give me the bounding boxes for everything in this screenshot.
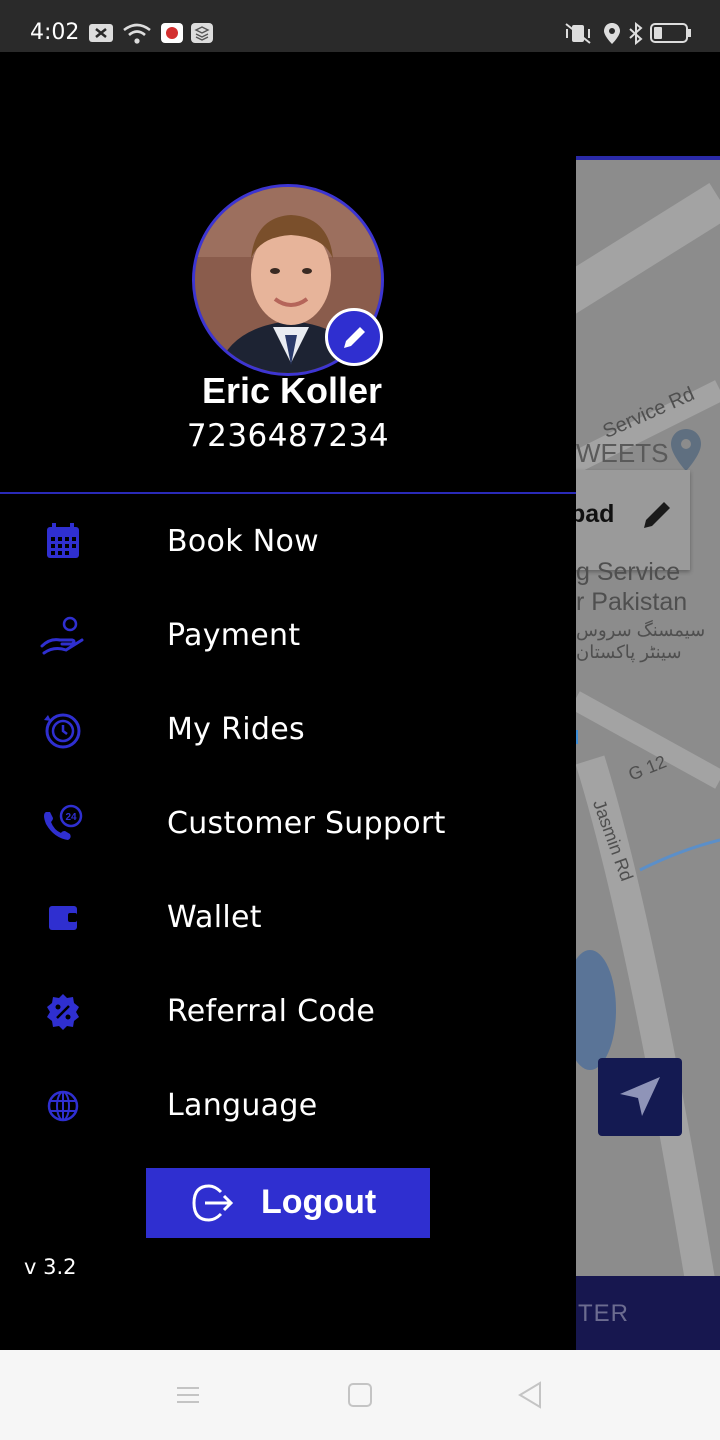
app-notification-icon	[161, 23, 183, 43]
globe-icon	[47, 1090, 79, 1122]
wifi-icon	[123, 23, 151, 44]
map-label-service: g Service	[576, 558, 681, 586]
system-navigation-bar	[0, 1350, 720, 1440]
back-icon[interactable]	[516, 1380, 544, 1410]
profile-name: Eric Koller	[201, 370, 383, 411]
confirm-bar-text: TER	[578, 1300, 629, 1327]
profile-phone: 7236487234	[186, 418, 390, 454]
menu-item-referral-code[interactable]: Referral Code	[0, 972, 576, 1052]
calendar-icon	[47, 523, 79, 558]
pencil-icon	[644, 502, 670, 528]
location-icon	[604, 23, 620, 44]
menu-label-customer-support: Customer Support	[167, 806, 446, 841]
menu-item-book-now[interactable]: Book Now	[0, 502, 576, 582]
support-24-icon: 24	[44, 804, 83, 840]
bluetooth-icon	[629, 22, 643, 46]
home-icon[interactable]	[346, 1380, 374, 1410]
payment-hand-icon	[40, 616, 84, 655]
menu-item-wallet[interactable]: Wallet	[0, 878, 576, 958]
logout-button[interactable]: Logout	[146, 1168, 430, 1238]
wallet-icon	[49, 906, 77, 930]
map-label-urdu-2: سینٹر پاکستان	[576, 642, 682, 662]
drawer-divider	[0, 492, 576, 494]
map-pin-icon	[671, 429, 701, 471]
app-version: v 3.2	[24, 1255, 77, 1279]
status-bar: 4:02	[0, 0, 720, 52]
battery-icon	[650, 23, 691, 43]
map-label-urdu-1: سیمسنگ سروس	[576, 620, 706, 640]
locate-me-button[interactable]	[598, 1058, 682, 1136]
navigation-arrow-icon	[620, 1077, 660, 1116]
navigation-drawer: Eric Koller 7236487234 Book Now Payment …	[0, 52, 576, 1350]
menu-label-my-rides: My Rides	[167, 712, 305, 747]
menu-item-customer-support[interactable]: 24 Customer Support	[0, 784, 576, 864]
history-icon	[44, 713, 81, 749]
menu-item-my-rides[interactable]: My Rides	[0, 690, 576, 770]
menu-label-referral-code: Referral Code	[167, 994, 376, 1029]
menu-item-language[interactable]: Language	[0, 1066, 576, 1146]
edit-pencil-icon	[344, 327, 365, 348]
menu-label-book-now: Book Now	[167, 524, 319, 559]
svg-text:24: 24	[65, 812, 77, 823]
logout-label: Logout	[261, 1183, 377, 1221]
map-label-sweets: WEETS	[576, 438, 669, 468]
menu-icon[interactable]	[174, 1380, 202, 1410]
menu-label-wallet: Wallet	[167, 900, 262, 935]
menu-label-language: Language	[167, 1088, 318, 1123]
map-label-pakistan: r Pakistan	[576, 588, 688, 616]
notification-x-icon	[89, 24, 113, 42]
avatar-container	[192, 184, 384, 376]
stack-icon	[191, 23, 213, 43]
menu-label-payment: Payment	[167, 618, 301, 653]
logout-icon	[192, 1184, 234, 1222]
discount-badge-icon	[47, 994, 79, 1030]
menu-item-payment[interactable]: Payment	[0, 596, 576, 676]
location-card-text: bad	[570, 500, 615, 528]
edit-profile-button[interactable]	[325, 308, 383, 366]
vibrate-icon	[565, 23, 591, 44]
status-time: 4:02	[30, 20, 80, 45]
